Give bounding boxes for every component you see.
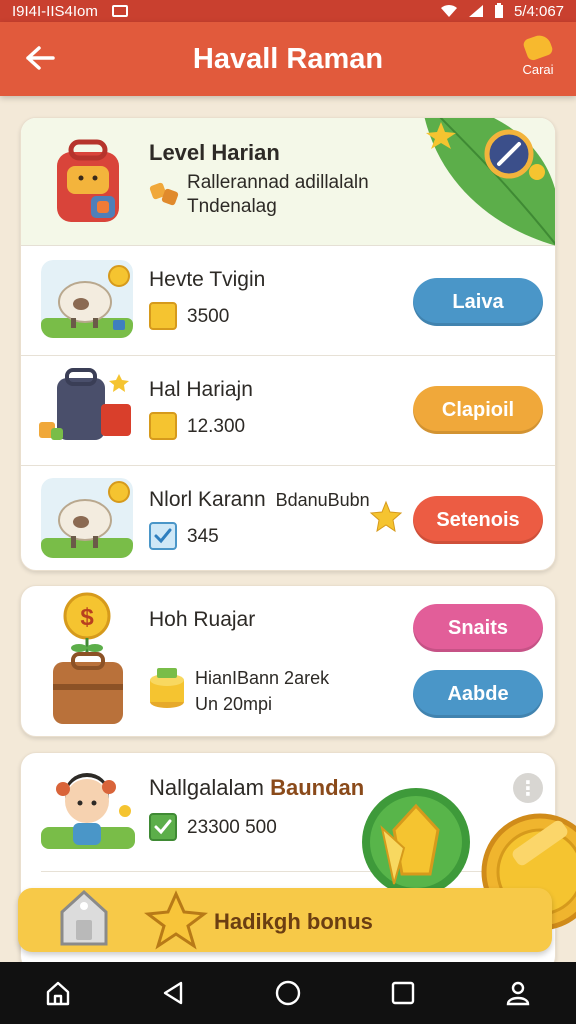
task-row: Nlorl Karann BdanuBubn 345 Setenois — [21, 466, 555, 570]
task-title-suffix: BdanuBubn — [275, 490, 370, 510]
task-action-button[interactable]: Setenois — [413, 496, 543, 544]
sheep-icon — [41, 260, 133, 338]
task-value: 345 — [187, 526, 219, 547]
wallet-card: $ Hoh Ruajar HianIBann 2arek Un 20mpi Sn… — [20, 585, 556, 737]
checkbox-icon — [149, 522, 177, 550]
wallet-title: Hoh Ruajar — [149, 608, 256, 631]
wifi-icon — [440, 4, 457, 17]
task-title: Hevte Tvigin — [149, 268, 266, 291]
leaf-decoration-icon — [424, 118, 555, 246]
gold-bar-icon — [149, 412, 177, 440]
task-title-main: Nlorl Karann — [149, 488, 266, 511]
wallet-secondary-button[interactable]: Aabde — [413, 670, 543, 718]
home-icon — [46, 981, 69, 1006]
coin-stack-icon — [150, 668, 184, 708]
task-row: Hal Hariajn 12.300 Clapioil — [21, 356, 555, 466]
reward-title-accent: Baundan — [270, 775, 365, 800]
circle-home-icon — [275, 980, 301, 1006]
backpack-icon — [57, 139, 119, 222]
status-left-text: I9I4I-IIS4Iom — [12, 2, 98, 20]
gold-bar-icon — [149, 302, 177, 330]
status-time: 5/4:067 — [513, 2, 564, 20]
cart-button[interactable]: Carai — [514, 32, 562, 86]
house-icon — [60, 889, 108, 946]
star-icon — [369, 500, 403, 533]
level-header: Level Harian Rallerannad adillalaln Tnde… — [21, 118, 555, 246]
daily-level-card: Level Harian Rallerannad adillalaln Tnde… — [20, 117, 556, 571]
arrow-left-icon — [26, 46, 55, 70]
cart-label: Carai — [522, 62, 554, 77]
task-action-button[interactable]: Clapioil — [413, 386, 543, 434]
sheep-icon — [41, 478, 133, 558]
reward-value: 23300 500 — [187, 817, 277, 838]
task-action-button[interactable]: Laiva — [413, 278, 543, 326]
wallet-line2: Un 20mpi — [195, 694, 273, 714]
nav-home-button[interactable] — [38, 973, 78, 1013]
page-title: Havall Raman — [192, 42, 384, 75]
profile-icon — [507, 981, 530, 1006]
puzzle-icon — [149, 182, 179, 206]
notification-icon — [111, 5, 128, 17]
reward-title-main: Nallgalalam — [149, 775, 264, 800]
task-value: 3500 — [187, 306, 230, 327]
nav-circle-home-button[interactable] — [268, 973, 308, 1013]
task-title: Nlorl Karann BdanuBubn — [149, 488, 370, 512]
bonus-label: Hadikgh bonus — [214, 909, 373, 934]
app-bar: Havall Raman Carai — [0, 22, 576, 96]
task-row: Hevte Tvigin 3500 Laiva — [21, 246, 555, 356]
level-description-line1: Rallerannad adillalaln — [187, 172, 369, 193]
level-description-line2: Tndenalag — [187, 196, 277, 217]
check-badge-icon — [149, 813, 177, 841]
bag-icon — [39, 368, 131, 440]
bonus-button[interactable]: Hadikgh bonus — [18, 888, 552, 952]
nav-profile-button[interactable] — [498, 973, 538, 1013]
boy-avatar-icon — [41, 773, 135, 849]
recent-apps-icon — [391, 981, 415, 1005]
signal-icon — [468, 5, 483, 17]
nav-recent-apps-button[interactable] — [383, 973, 423, 1013]
reward-title: Nallgalalam Baundan — [149, 775, 364, 801]
wallet-line1: HianIBann 2arek — [195, 668, 330, 688]
level-title: Level Harian — [149, 140, 280, 165]
system-nav-bar — [0, 962, 576, 1024]
battery-icon — [494, 3, 503, 18]
task-title: Hal Hariajn — [149, 378, 253, 401]
nav-back-button[interactable] — [153, 973, 193, 1013]
ribbon-star-icon — [144, 890, 208, 950]
money-bag-icon: $ — [53, 592, 123, 724]
cart-icon — [522, 32, 554, 62]
status-bar: I9I4I-IIS4Iom 5/4:067 — [0, 0, 576, 22]
back-button[interactable] — [18, 36, 62, 80]
task-value: 12.300 — [187, 416, 246, 437]
back-icon — [163, 981, 182, 1005]
wallet-primary-button[interactable]: Snaits — [413, 604, 543, 652]
svg-text:$: $ — [80, 604, 94, 631]
